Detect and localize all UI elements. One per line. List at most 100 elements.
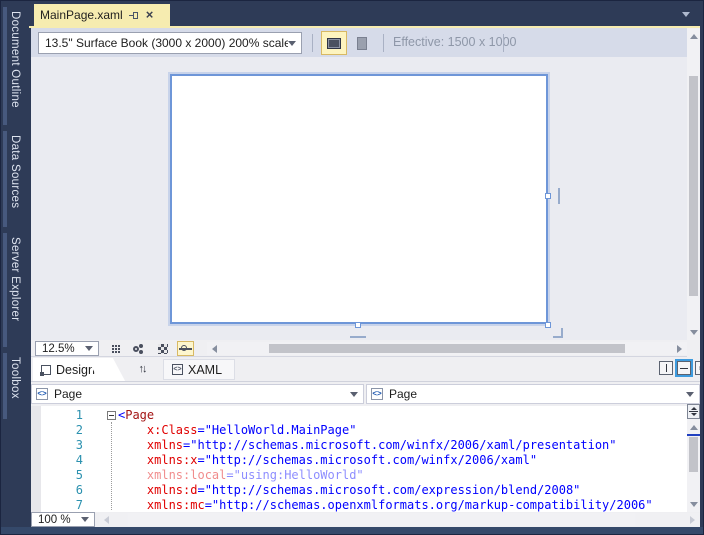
landscape-icon bbox=[327, 38, 341, 49]
vertical-split-icon bbox=[666, 364, 667, 372]
code-line[interactable]: x:Class="HelloWorld.MainPage" bbox=[118, 423, 653, 438]
code-line[interactable]: xmlns:local="using:HelloWorld" bbox=[118, 468, 653, 483]
editor-navigation-bar: <> Page <> Page bbox=[31, 381, 700, 406]
chevron-down-icon bbox=[686, 392, 699, 397]
designer-zoom-dropdown[interactable]: 12.5% bbox=[35, 341, 99, 356]
scroll-right-arrow-icon[interactable] bbox=[673, 342, 686, 355]
document-list-chevron-icon[interactable] bbox=[682, 12, 690, 17]
sidebar-tab-label: Data Sources bbox=[9, 135, 21, 208]
artboard-page[interactable] bbox=[170, 74, 548, 324]
scroll-down-arrow-icon[interactable] bbox=[687, 498, 700, 511]
snap-to-snaplines-button[interactable] bbox=[177, 341, 194, 356]
gripper-bottom-icon bbox=[350, 336, 366, 338]
sidebar-tab-strip bbox=[3, 353, 7, 419]
scroll-left-arrow-icon[interactable] bbox=[100, 513, 113, 526]
document-tab-title: MainPage.xaml bbox=[40, 8, 123, 22]
line-number: 4 bbox=[57, 453, 83, 468]
sidebar-tab-server-explorer[interactable]: Server Explorer bbox=[1, 233, 29, 347]
line-number: 7 bbox=[57, 498, 83, 513]
editor-zoom-dropdown[interactable]: 100 % bbox=[31, 512, 95, 527]
toggle-snapping-icon bbox=[158, 344, 168, 354]
element-navigator-dropdown-right[interactable]: <> Page bbox=[366, 384, 700, 404]
toggle-snapping-button[interactable] bbox=[154, 341, 171, 356]
sidebar-tab-data-sources[interactable]: Data Sources bbox=[1, 131, 29, 227]
portrait-icon bbox=[357, 37, 367, 50]
nav-left-value: Page bbox=[48, 387, 350, 401]
code-line[interactable]: xmlns:x="http://schemas.microsoft.com/wi… bbox=[118, 453, 653, 468]
grid-toggle-button[interactable] bbox=[107, 341, 124, 356]
grid-icon bbox=[112, 345, 114, 347]
landscape-orientation-button[interactable] bbox=[321, 31, 347, 55]
editor-vertical-scrollbar[interactable] bbox=[687, 404, 700, 512]
grip-down-arrow-icon bbox=[691, 413, 697, 416]
designer-horizontal-scrollbar[interactable] bbox=[207, 342, 687, 355]
scrollbar-caret-marker bbox=[687, 434, 700, 436]
chevron-down-icon bbox=[288, 41, 301, 46]
vertical-split-button[interactable] bbox=[659, 361, 673, 375]
pin-icon[interactable] bbox=[129, 11, 140, 20]
snap-to-grid-button[interactable] bbox=[130, 341, 147, 356]
code-line[interactable]: xmlns:d="http://schemas.microsoft.com/ex… bbox=[118, 483, 653, 498]
swap-panes-button[interactable]: ↑↓ bbox=[131, 360, 153, 378]
window-bottom-frame bbox=[1, 527, 704, 535]
designer-vertical-scrollbar[interactable] bbox=[687, 29, 700, 340]
swap-panes-icon: ↑↓ bbox=[139, 363, 146, 375]
sidebar-tab-document-outline[interactable]: Document Outline bbox=[1, 7, 29, 125]
horizontal-split-button[interactable] bbox=[677, 361, 691, 375]
scroll-down-arrow-icon[interactable] bbox=[687, 326, 700, 339]
code-line[interactable]: xmlns:mc="http://schemas.openxmlformats.… bbox=[118, 498, 653, 513]
resize-handle-right[interactable] bbox=[545, 193, 551, 199]
resize-handle-bottom[interactable] bbox=[355, 322, 361, 328]
code-line[interactable]: xmlns="http://schemas.microsoft.com/winf… bbox=[118, 438, 653, 453]
tab-design[interactable]: Design bbox=[33, 358, 105, 381]
sidebar-tab-label: Document Outline bbox=[9, 11, 21, 108]
xaml-code-editor[interactable]: 1234567 <Page x:Class="HelloWorld.MainPa… bbox=[31, 406, 687, 512]
sidebar-tab-strip bbox=[3, 7, 7, 125]
code-line[interactable]: <Page bbox=[118, 408, 653, 423]
line-number-gutter: 1234567 bbox=[57, 408, 83, 513]
designer-vscroll-thumb[interactable] bbox=[689, 76, 698, 296]
chevron-down-icon bbox=[350, 392, 363, 397]
scroll-up-arrow-icon[interactable] bbox=[687, 30, 700, 43]
sidebar-tab-label: Toolbox bbox=[9, 357, 21, 399]
device-selector-dropdown[interactable]: 13.5" Surface Book (3000 x 2000) 200% sc… bbox=[38, 32, 302, 54]
editor-vscroll-thumb[interactable] bbox=[689, 437, 698, 472]
horizontal-split-icon bbox=[680, 368, 688, 369]
design-tab-slant bbox=[87, 358, 125, 381]
toolbar-separator bbox=[383, 34, 384, 52]
design-canvas[interactable] bbox=[31, 57, 687, 340]
chevron-down-icon bbox=[81, 517, 94, 522]
visual-studio-xaml-designer-window: Document Outline Data Sources Server Explo… bbox=[0, 0, 704, 535]
portrait-orientation-button[interactable] bbox=[349, 31, 375, 55]
chevron-down-icon bbox=[85, 346, 98, 351]
page-element-icon: <> bbox=[371, 388, 383, 400]
xaml-tab-label: XAML bbox=[188, 363, 222, 377]
tab-xaml[interactable]: <> XAML bbox=[163, 359, 235, 380]
outline-guide-line bbox=[111, 422, 112, 510]
scroll-right-arrow-icon[interactable] bbox=[686, 513, 699, 526]
element-navigator-dropdown-left[interactable]: <> Page bbox=[31, 384, 364, 404]
line-number: 6 bbox=[57, 483, 83, 498]
document-tab-strip: MainPage.xaml × bbox=[29, 1, 700, 28]
editor-horizontal-scrollbar[interactable] bbox=[99, 513, 700, 526]
window-right-frame bbox=[700, 1, 704, 535]
code-text[interactable]: <Page x:Class="HelloWorld.MainPage" xmln… bbox=[118, 408, 653, 513]
scroll-left-arrow-icon[interactable] bbox=[208, 342, 221, 355]
sidebar-tab-strip bbox=[3, 131, 7, 227]
left-tool-tab-strip: Document Outline Data Sources Server Explo… bbox=[1, 1, 29, 527]
designer-zoom-value: 12.5% bbox=[36, 343, 85, 355]
breakpoint-margin[interactable] bbox=[31, 406, 41, 512]
split-window-grip[interactable] bbox=[687, 404, 700, 419]
toolbar-separator bbox=[503, 34, 504, 52]
sidebar-tab-toolbox[interactable]: Toolbox bbox=[1, 353, 29, 419]
designer-hscroll-thumb[interactable] bbox=[269, 344, 625, 353]
document-tab-mainpage[interactable]: MainPage.xaml × bbox=[34, 4, 170, 26]
nav-right-value: Page bbox=[383, 387, 686, 401]
gripper-right-icon bbox=[558, 188, 560, 204]
resize-handle-corner[interactable] bbox=[545, 322, 551, 328]
sidebar-tab-strip bbox=[3, 233, 7, 347]
collapse-region-icon[interactable] bbox=[107, 411, 116, 420]
close-icon[interactable]: × bbox=[146, 10, 154, 20]
snap-to-grid-icon bbox=[133, 346, 139, 352]
scroll-up-arrow-icon[interactable] bbox=[687, 421, 700, 434]
